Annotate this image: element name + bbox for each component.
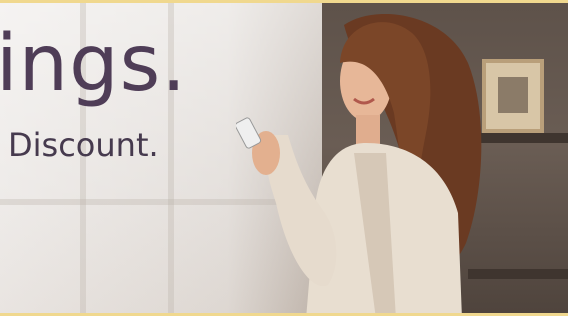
banner-headline: ings. xyxy=(0,19,188,109)
promo-banner[interactable]: ings. Discount. xyxy=(0,0,568,316)
banner-subline: Discount. xyxy=(8,126,159,164)
picture-frame xyxy=(482,59,544,133)
woman-with-phone-photo xyxy=(236,13,482,313)
shelf xyxy=(478,133,568,143)
